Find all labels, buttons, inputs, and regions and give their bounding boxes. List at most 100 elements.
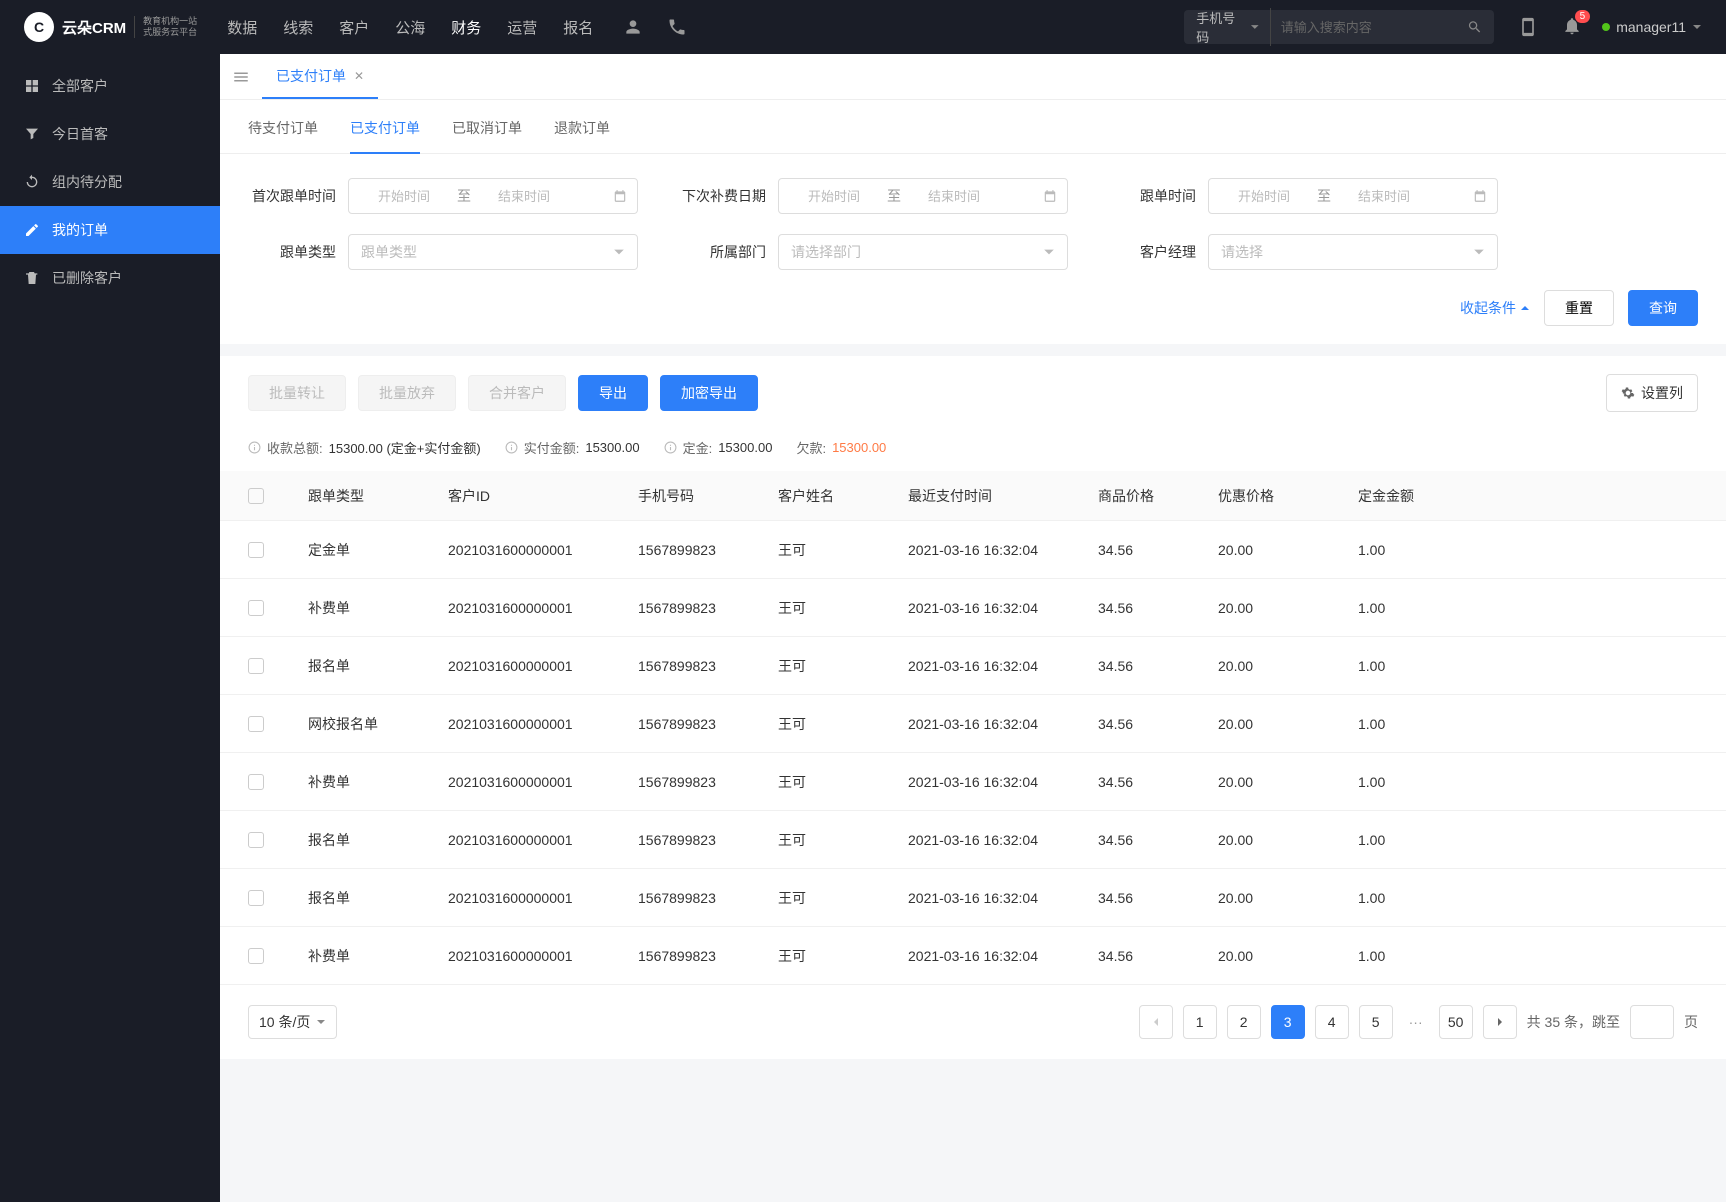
- user-menu[interactable]: manager11: [1602, 19, 1702, 35]
- row-checkbox[interactable]: [248, 716, 264, 732]
- row-checkbox[interactable]: [248, 542, 264, 558]
- department-select[interactable]: 请选择部门: [778, 234, 1068, 270]
- page-button[interactable]: 2: [1227, 1005, 1261, 1039]
- row-checkbox[interactable]: [248, 774, 264, 790]
- sidebar-item[interactable]: 已删除客户: [0, 254, 220, 302]
- page-button-last[interactable]: 50: [1439, 1005, 1473, 1039]
- search-input[interactable]: [1271, 20, 1467, 35]
- cell-discount: 20.00: [1218, 832, 1358, 848]
- collapse-filters-link[interactable]: 收起条件: [1460, 298, 1530, 318]
- export-button[interactable]: 导出: [578, 375, 648, 411]
- search-icon[interactable]: [1467, 19, 1482, 35]
- table-row[interactable]: 报名单 2021031600000001 1567899823 王可 2021-…: [220, 869, 1726, 927]
- cell-name: 王可: [778, 656, 908, 676]
- sub-tab[interactable]: 退款订单: [554, 118, 610, 153]
- cell-type: 定金单: [308, 540, 448, 560]
- row-checkbox[interactable]: [248, 890, 264, 906]
- nav-item[interactable]: 数据: [227, 17, 257, 38]
- cell-discount: 20.00: [1218, 658, 1358, 674]
- search-type-select[interactable]: 手机号码: [1196, 8, 1271, 46]
- nav-item[interactable]: 公海: [395, 17, 425, 38]
- encrypted-export-button[interactable]: 加密导出: [660, 375, 758, 411]
- sidebar-item[interactable]: 今日首客: [0, 110, 220, 158]
- summary-label: 收款总额:: [267, 438, 323, 457]
- date-sep: 至: [1309, 186, 1339, 206]
- phone-icon[interactable]: [667, 17, 687, 37]
- table-row[interactable]: 定金单 2021031600000001 1567899823 王可 2021-…: [220, 521, 1726, 579]
- sidebar-item[interactable]: 全部客户: [0, 62, 220, 110]
- table-row[interactable]: 补费单 2021031600000001 1567899823 王可 2021-…: [220, 927, 1726, 985]
- nav-item[interactable]: 报名: [563, 17, 593, 38]
- logo[interactable]: C 云朵CRM 教育机构一站 式服务云平台: [24, 12, 197, 42]
- row-checkbox[interactable]: [248, 832, 264, 848]
- search-group[interactable]: 手机号码: [1184, 10, 1494, 44]
- merge-customer-button[interactable]: 合并客户: [468, 375, 566, 411]
- cell-customer-id: 2021031600000001: [448, 948, 638, 964]
- filter-label: 跟单类型: [248, 242, 336, 262]
- page-button[interactable]: 3: [1271, 1005, 1305, 1039]
- page-button[interactable]: 4: [1315, 1005, 1349, 1039]
- jump-page-input[interactable]: [1630, 1005, 1674, 1039]
- calendar-icon: [1473, 189, 1487, 203]
- sub-tab[interactable]: 已取消订单: [452, 118, 522, 153]
- page-button[interactable]: 1: [1183, 1005, 1217, 1039]
- date-range-input[interactable]: 至: [778, 178, 1068, 214]
- cell-phone: 1567899823: [638, 542, 778, 558]
- nav-item[interactable]: 客户: [339, 17, 369, 38]
- page-size-select[interactable]: 10 条/页: [248, 1005, 337, 1039]
- reset-button[interactable]: 重置: [1544, 290, 1614, 326]
- table-row[interactable]: 补费单 2021031600000001 1567899823 王可 2021-…: [220, 579, 1726, 637]
- notification-bell[interactable]: 5: [1562, 16, 1582, 39]
- sub-tab[interactable]: 已支付订单: [350, 118, 420, 154]
- date-end-input[interactable]: [909, 189, 999, 204]
- summary-value: 15300.00: [585, 440, 639, 455]
- set-columns-button[interactable]: 设置列: [1606, 374, 1698, 412]
- table-row[interactable]: 报名单 2021031600000001 1567899823 王可 2021-…: [220, 637, 1726, 695]
- table-row[interactable]: 补费单 2021031600000001 1567899823 王可 2021-…: [220, 753, 1726, 811]
- date-end-input[interactable]: [1339, 189, 1429, 204]
- device-icon[interactable]: [1518, 17, 1538, 37]
- sidebar-item[interactable]: 组内待分配: [0, 158, 220, 206]
- select-placeholder: 跟单类型: [361, 242, 417, 262]
- date-start-input[interactable]: [789, 189, 879, 204]
- batch-transfer-button[interactable]: 批量转让: [248, 375, 346, 411]
- select-all-checkbox[interactable]: [248, 488, 264, 504]
- sidebar-item[interactable]: 我的订单: [0, 206, 220, 254]
- next-page-button[interactable]: [1483, 1005, 1517, 1039]
- cell-phone: 1567899823: [638, 716, 778, 732]
- date-range-input[interactable]: 至: [1208, 178, 1498, 214]
- cell-phone: 1567899823: [638, 890, 778, 906]
- row-checkbox[interactable]: [248, 948, 264, 964]
- nav-item[interactable]: 线索: [283, 17, 313, 38]
- date-start-input[interactable]: [359, 189, 449, 204]
- cell-customer-id: 2021031600000001: [448, 542, 638, 558]
- user-icon[interactable]: [623, 17, 643, 37]
- sub-tab[interactable]: 待支付订单: [248, 118, 318, 153]
- page-button[interactable]: 5: [1359, 1005, 1393, 1039]
- date-end-input[interactable]: [479, 189, 569, 204]
- row-checkbox[interactable]: [248, 658, 264, 674]
- file-tab[interactable]: 已支付订单 ✕: [262, 54, 378, 99]
- manager-select[interactable]: 请选择: [1208, 234, 1498, 270]
- follow-type-select[interactable]: 跟单类型: [348, 234, 638, 270]
- brand-name: 云朵CRM: [62, 17, 126, 38]
- right-icons: 5: [1518, 16, 1582, 39]
- table-row[interactable]: 网校报名单 2021031600000001 1567899823 王可 202…: [220, 695, 1726, 753]
- date-start-input[interactable]: [1219, 189, 1309, 204]
- cell-deposit: 1.00: [1358, 658, 1478, 674]
- menu-toggle-icon[interactable]: [232, 68, 250, 86]
- batch-abandon-button[interactable]: 批量放弃: [358, 375, 456, 411]
- query-button[interactable]: 查询: [1628, 290, 1698, 326]
- filter-first-follow-time: 首次跟单时间 至: [248, 178, 638, 214]
- cell-last-paid: 2021-03-16 16:32:04: [908, 542, 1098, 558]
- nav-item[interactable]: 运营: [507, 17, 537, 38]
- cell-type: 报名单: [308, 888, 448, 908]
- close-icon[interactable]: ✕: [354, 69, 364, 83]
- date-range-input[interactable]: 至: [348, 178, 638, 214]
- row-checkbox[interactable]: [248, 600, 264, 616]
- table-header: 跟单类型 客户ID 手机号码 客户姓名 最近支付时间 商品价格 优惠价格 定金金…: [220, 471, 1726, 521]
- prev-page-button[interactable]: [1139, 1005, 1173, 1039]
- table-row[interactable]: 报名单 2021031600000001 1567899823 王可 2021-…: [220, 811, 1726, 869]
- info-icon: [505, 441, 518, 454]
- nav-item[interactable]: 财务: [451, 17, 481, 38]
